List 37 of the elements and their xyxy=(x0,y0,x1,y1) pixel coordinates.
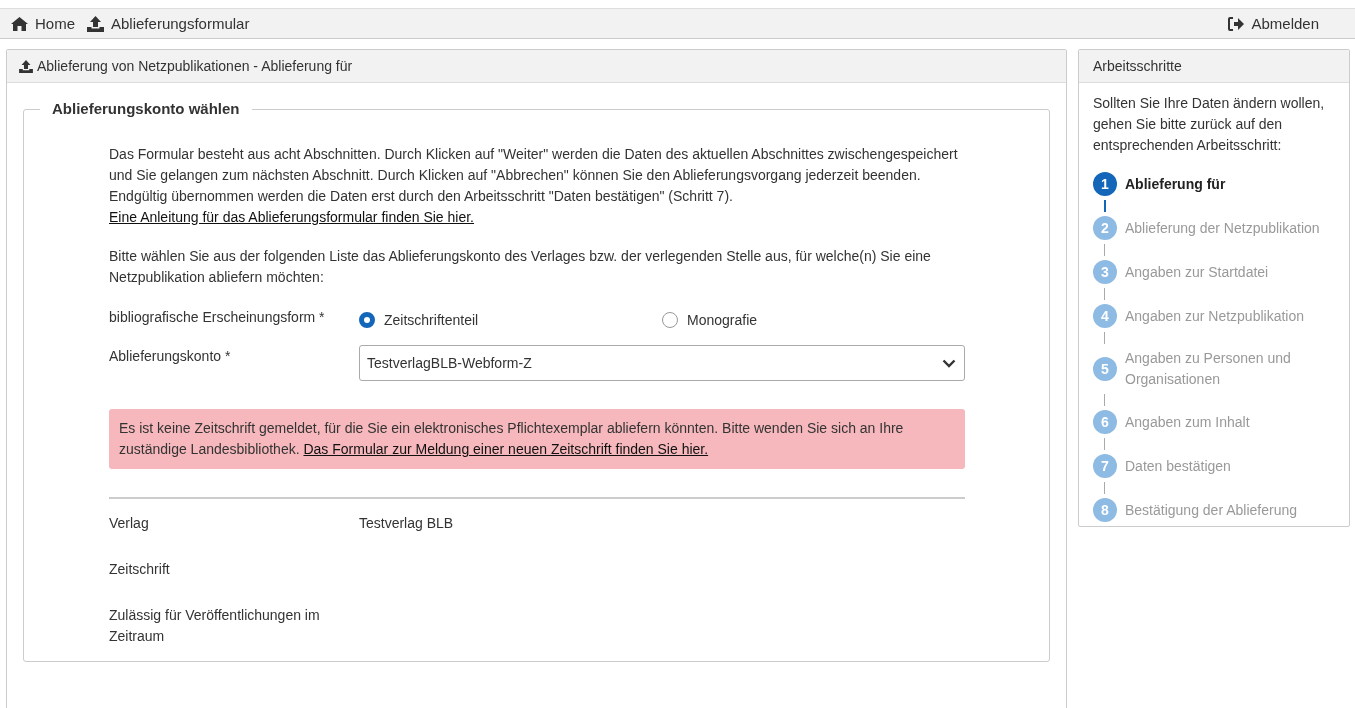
detail-value: Testverlag BLB xyxy=(359,514,454,533)
step-number: 8 xyxy=(1093,498,1117,522)
logout-link[interactable]: Abmelden xyxy=(1228,15,1319,32)
radio-option[interactable]: Monografie xyxy=(662,309,965,331)
step-number: 4 xyxy=(1093,304,1117,328)
intro-paragraph: Das Formular besteht aus acht Abschnitten. Durch Klicken auf "Weiter" werden die Daten des aktuellen Abschnittes zwischengespeichert und Sie gelangen zum nächsten Abschnitt. Durch Klicken auf "Abbrechen" können Sie den Ablieferungsvorgang jederzeit beenden. Endgültig übernommen werden die Daten erst durch den Arbeitsschritt "Daten bestätigen" (Schritt 7). Eine Anleitung für das Ablieferungsformular finden Sie hier. xyxy=(109,145,959,227)
instruction-text: Bitte wählen Sie aus der folgenden Liste das Ablieferungskonto des Verlages bzw. der verlegenden Stelle aus, für welche(n) Sie eine Netzpublikation abliefern möchten: xyxy=(109,247,932,287)
step-number: 5 xyxy=(1093,357,1117,381)
home-icon xyxy=(11,16,28,31)
steps-hint: Sollten Sie Ihre Daten ändern wollen, gehen Sie bitte zurück auf den entsprechenden Arbeitsschritt: xyxy=(1093,94,1326,155)
journal-form-link[interactable]: Das Formular zur Meldung einer neuen Zeitschrift finden Sie hier. xyxy=(303,441,709,457)
field-label: bibliografische Erscheinungsform * xyxy=(109,308,326,327)
step-number: 7 xyxy=(1093,454,1117,478)
detail-label: Zeitschrift xyxy=(109,560,171,579)
upload-icon xyxy=(87,15,104,32)
panel-title: Ablieferung von Netzpublikationen - Ablieferung für xyxy=(37,58,353,74)
step-link[interactable]: Ablieferung für xyxy=(1125,173,1335,195)
nav-link[interactable]: Ablieferungsformular xyxy=(87,15,250,32)
step-number: 1 xyxy=(1093,172,1117,196)
nav-link[interactable]: Home xyxy=(11,15,75,32)
radio-button[interactable] xyxy=(662,312,678,328)
radio-option[interactable]: Zeitschriftenteil xyxy=(359,309,662,331)
error-alert: Es ist keine Zeitschrift gemeldet, für die Sie ein elektronisches Pflichtexemplar abliefern könnten. Bitte wenden Sie sich an Ihre zuständige Landesbibliothek. Das Formular zur Meldung einer neuen Zeitschrift finden Sie hier. xyxy=(109,409,965,469)
detail-label: Zulässig für Veröffentlichungen im Zeitraum xyxy=(109,606,321,646)
sign-out-icon xyxy=(1228,16,1245,31)
step-number: 6 xyxy=(1093,410,1117,434)
step-number: 3 xyxy=(1093,260,1117,284)
fieldset-legend: Ablieferungskonto wählen xyxy=(40,100,252,117)
step-number: 2 xyxy=(1093,216,1117,240)
upload-icon xyxy=(19,59,33,73)
guide-link[interactable]: Eine Anleitung für das Ablieferungsformular finden Sie hier. xyxy=(109,209,474,225)
detail-label: Verlag xyxy=(109,514,150,533)
account-select[interactable]: TestverlagBLB-Webform-Z xyxy=(359,345,965,381)
radio-button[interactable] xyxy=(359,312,375,328)
panel-title: Arbeitsschritte xyxy=(1093,58,1182,74)
chevron-down-icon xyxy=(942,358,956,368)
field-label: Ablieferungskonto * xyxy=(109,347,232,366)
